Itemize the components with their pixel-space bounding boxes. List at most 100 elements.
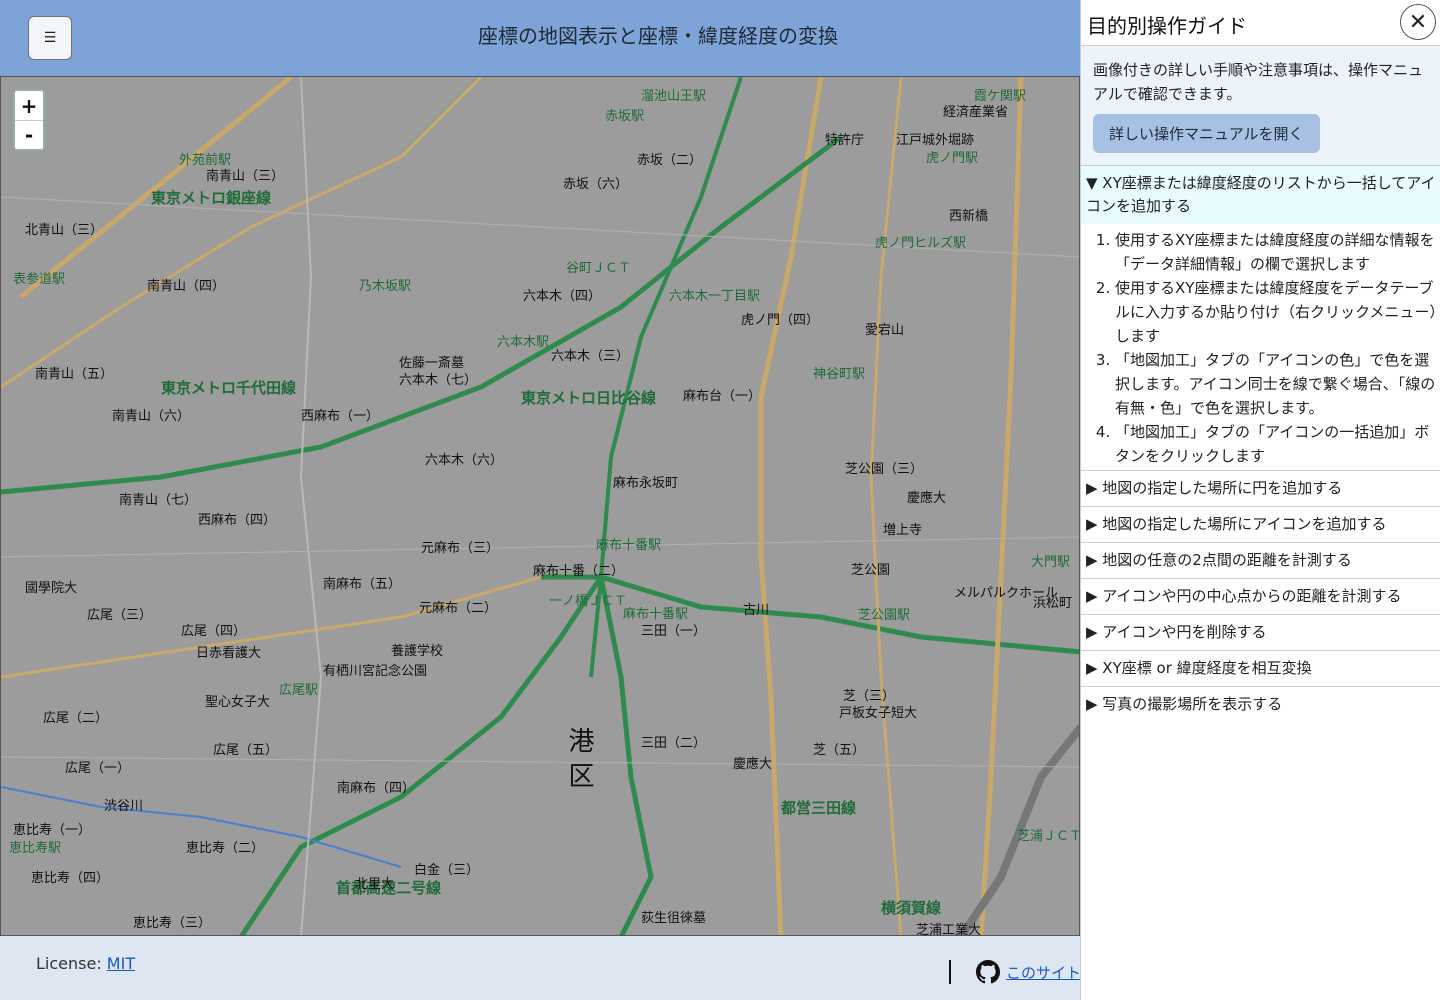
map-place-label: 恵比寿駅 — [9, 841, 62, 856]
guide-section: ▶ XY座標 or 緯度経度を相互変換 — [1081, 651, 1440, 687]
map-place-label: 赤坂（二） — [637, 153, 703, 168]
map-place-label: 乃木坂駅 — [359, 279, 412, 294]
map-place-label: 元麻布（三） — [421, 541, 500, 556]
github-link[interactable]: このサイト — [976, 960, 1081, 984]
map-place-label: 北里大 — [355, 877, 395, 892]
license-text: License: MIT — [36, 954, 135, 973]
map-place-label: 戸板女子短大 — [839, 706, 918, 721]
panel-header: 目的別操作ガイド ✕ — [1081, 0, 1440, 46]
map-place-label: 区 — [564, 762, 594, 788]
map-place-label: 赤坂駅 — [605, 109, 645, 124]
map-place-label: 六本木（四） — [523, 289, 602, 304]
map-place-label: 麻布十番（二） — [533, 564, 625, 579]
map-place-label: 東京メトロ銀座線 — [151, 189, 272, 207]
map-place-label: 六本木（三） — [551, 349, 630, 364]
map-place-label: 増上寺 — [883, 523, 923, 538]
map-place-label: 浜松町 — [1033, 596, 1073, 611]
map-canvas[interactable]: 東京メトロ銀座線 東京メトロ千代田線 外苑前駅 南青山（三） 北青山（三） 表参道駅 南青山… — [0, 76, 1080, 936]
map-place-label: 恵比寿（四） — [31, 871, 110, 886]
guide-section: ▶ 地図の任意の2点間の距離を計測する — [1081, 543, 1440, 579]
map-place-label: 日赤看護大 — [196, 646, 262, 661]
guide-section-summary[interactable]: ▶ 地図の指定した場所に円を追加する — [1081, 471, 1440, 506]
license-label: License: — [36, 954, 107, 973]
map-place-label: 芝（五） — [813, 743, 866, 758]
close-button[interactable]: ✕ — [1400, 4, 1436, 40]
map-place-label: 広尾駅 — [279, 683, 319, 698]
map-place-label: 西新橋 — [949, 209, 989, 224]
guide-section-summary[interactable]: ▶ XY座標 or 緯度経度を相互変換 — [1081, 651, 1440, 686]
map-place-label: 広尾（四） — [181, 624, 247, 639]
map-place-label: 芝浦ＪＣＴ — [1017, 829, 1080, 844]
panel-title: 目的別操作ガイド — [1087, 14, 1247, 38]
map-place-label: 三田（一） — [641, 624, 707, 639]
guide-section-summary[interactable]: ▼ XY座標または緯度経度のリストから一括してアイコンを追加する — [1081, 166, 1440, 224]
map-place-label: 芝公園（三） — [845, 462, 924, 477]
map-place-label: 江戸城外堀跡 — [896, 133, 975, 148]
map-place-label: 有栖川宮記念公園 — [323, 664, 428, 679]
map-place-label: 赤坂（六） — [563, 177, 629, 192]
map-place-label: 慶應大 — [733, 757, 773, 772]
guide-steps: 使用するXY座標または緯度経度の詳細な情報を「データ詳細情報」の欄で選択します … — [1081, 224, 1440, 470]
map-place-label: 國學院大 — [25, 581, 78, 596]
map-place-label: 南青山（五） — [35, 367, 114, 382]
guide-section: ▶ 写真の撮影場所を表示する — [1081, 687, 1440, 722]
guide-step: 使用するXY座標または緯度経度の詳細な情報を「データ詳細情報」の欄で選択します — [1115, 228, 1440, 276]
map-place-label: 恵比寿（一） — [13, 823, 92, 838]
map-place-label: 虎ノ門（四） — [741, 313, 820, 328]
footer-divider — [949, 960, 951, 984]
map-place-label: 南青山（三） — [206, 169, 285, 184]
map-place-label: 広尾（二） — [43, 711, 109, 726]
guide-section: ▶ 地図の指定した場所に円を追加する — [1081, 471, 1440, 507]
guide-section-summary[interactable]: ▶ 地図の任意の2点間の距離を計測する — [1081, 543, 1440, 578]
map-place-label: 広尾（五） — [213, 743, 279, 758]
map-place-label: 大門駅 — [1031, 555, 1071, 570]
map-place-label: 愛宕山 — [865, 323, 905, 338]
map-place-label: 六本木一丁目駅 — [669, 289, 761, 304]
map-place-label: 麻布台（一） — [683, 389, 762, 404]
map-place-label: 聖心女子大 — [205, 695, 271, 710]
guide-section: ▶ アイコンや円の中心点からの距離を計測する — [1081, 579, 1440, 615]
map-place-label: 広尾（三） — [87, 608, 153, 623]
map-place-label: 芝浦工業大 — [916, 923, 982, 936]
panel-intro: 画像付きの詳しい手順や注意事項は、操作マニュアルで確認できます。 詳しい操作マニ… — [1081, 46, 1440, 166]
license-link[interactable]: MIT — [107, 954, 135, 973]
map-place-label: 表参道駅 — [13, 272, 66, 287]
map-place-label: 広尾（一） — [65, 761, 131, 776]
map-place-label: 恵比寿（三） — [133, 916, 212, 931]
map-place-label: 南青山（四） — [147, 279, 226, 294]
map-place-label: 渋谷川 — [104, 799, 144, 814]
map-place-label: 慶應大 — [907, 491, 947, 506]
map-place-label: 三田（二） — [641, 736, 707, 751]
close-icon: ✕ — [1408, 9, 1428, 35]
github-icon — [976, 960, 1000, 984]
map-place-label: 経済産業省 — [943, 105, 1009, 120]
guide-section: ▶ 地図の指定した場所にアイコンを追加する — [1081, 507, 1440, 543]
guide-step: 「地図加工」タブの「アイコンの色」で色を選択します。アイコン同士を線で繋ぐ場合、… — [1115, 348, 1440, 420]
guide-section-summary[interactable]: ▶ アイコンや円の中心点からの距離を計測する — [1081, 579, 1440, 614]
map-place-label: 港 — [564, 727, 594, 753]
map-place-label: 東京メトロ千代田線 — [161, 379, 297, 397]
guide-section-summary[interactable]: ▶ 地図の指定した場所にアイコンを追加する — [1081, 507, 1440, 542]
map-place-label: 元麻布（二） — [419, 601, 498, 616]
map-place-label: 芝公園 — [851, 563, 891, 578]
map-place-label: 荻生徂徠墓 — [641, 911, 707, 926]
zoom-out-button[interactable]: - — [15, 120, 43, 149]
map-place-label: 養護学校 — [391, 644, 444, 659]
map-place-label: 麻布十番駅 — [596, 538, 662, 553]
map-place-label: 六本木（七） — [399, 373, 478, 388]
guide-section-summary[interactable]: ▶ 写真の撮影場所を表示する — [1081, 687, 1440, 722]
guide-section-summary[interactable]: ▶ アイコンや円を削除する — [1081, 615, 1440, 650]
zoom-in-button[interactable]: + — [15, 91, 43, 120]
map-place-label: 西麻布（一） — [301, 409, 380, 424]
map-place-label: 特許庁 — [825, 133, 865, 148]
guide-step: 「地図加工」タブの「アイコンの一括追加」ボタンをクリックします — [1115, 420, 1440, 468]
guide-section: ▶ アイコンや円を削除する — [1081, 615, 1440, 651]
map-place-label: 南麻布（四） — [337, 781, 416, 796]
map-place-label: 古川 — [743, 603, 770, 618]
map-place-label: 神谷町駅 — [813, 367, 866, 382]
map-place-label: 虎ノ門ヒルズ駅 — [875, 236, 967, 251]
open-manual-button[interactable]: 詳しい操作マニュアルを開く — [1093, 114, 1320, 153]
guide-step: 使用するXY座標または緯度経度をデータテーブルに入力するか貼り付け（右クリックメ… — [1115, 276, 1440, 348]
map-place-label: 六本木駅 — [497, 335, 550, 350]
footer: License: MIT このサイト — [0, 944, 1081, 1000]
